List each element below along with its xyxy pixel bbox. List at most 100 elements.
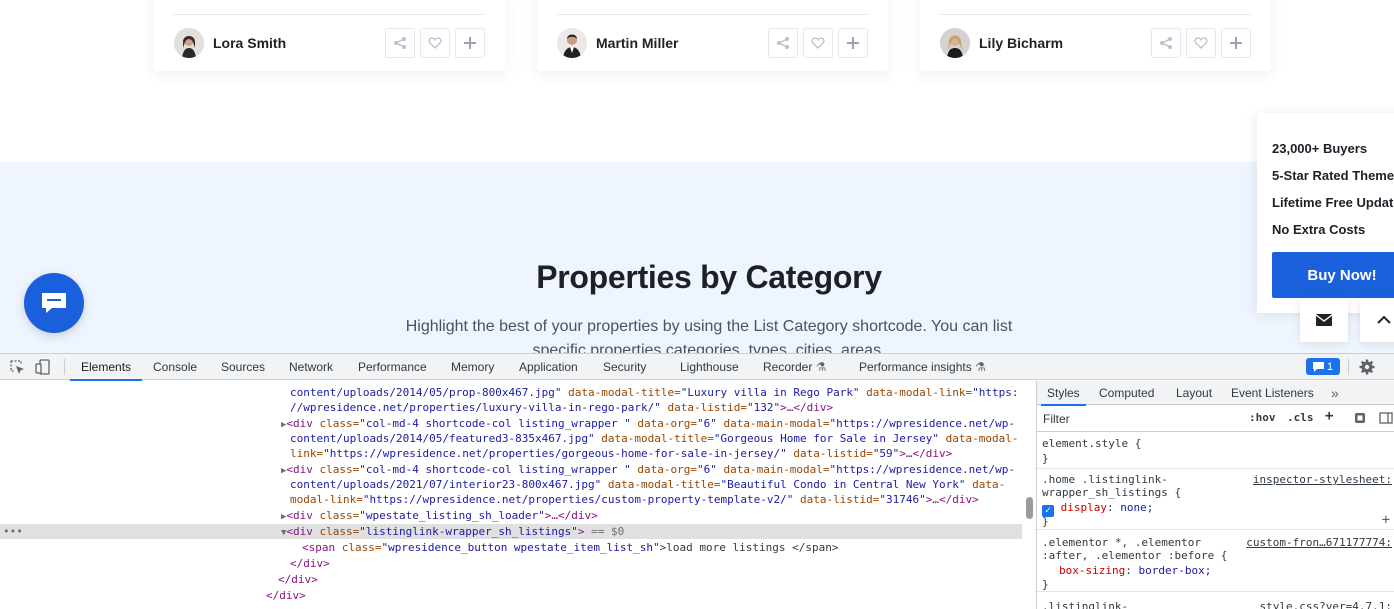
add-button[interactable] [455, 28, 485, 58]
device-toolbar-icon[interactable] [35, 359, 51, 375]
tab-console[interactable]: Console [153, 354, 197, 380]
style-declaration[interactable]: ✓ display: none; [1042, 501, 1153, 517]
card-divider [174, 14, 485, 15]
tab-event-listeners[interactable]: Event Listeners [1231, 381, 1314, 405]
plus-icon [464, 37, 476, 49]
dom-line[interactable]: ▶<div class="wpestate_listing_sh_loader"… [0, 508, 1022, 523]
contact-button[interactable] [1300, 298, 1348, 342]
property-value: border-box; [1138, 564, 1212, 577]
dom-line[interactable]: content/uploads/2021/07/interior23-800x4… [0, 477, 1022, 492]
scrollbar-thumb[interactable] [1026, 497, 1033, 519]
promo-item: No Extra Costs [1272, 222, 1366, 237]
tab-recorder[interactable]: Recorder ⚗ [763, 354, 826, 380]
rule-source-link[interactable]: inspector-stylesheet: [1253, 473, 1392, 486]
add-button[interactable] [1221, 28, 1251, 58]
agent-actions [385, 28, 485, 58]
agent-avatar[interactable] [940, 28, 970, 58]
add-button[interactable] [838, 28, 868, 58]
promo-item: Lifetime Free Updates [1272, 195, 1394, 210]
favorite-button[interactable] [420, 28, 450, 58]
style-rule-listinglink[interactable]: .listinglink- style.css?ver=4.7.1: [1037, 593, 1394, 609]
computed-styles-icon[interactable] [1353, 411, 1367, 425]
share-icon [394, 37, 406, 49]
chat-icon [42, 293, 66, 313]
favorite-button[interactable] [803, 28, 833, 58]
rule-close: } [1042, 515, 1049, 528]
styles-panel: Styles Computed Layout Event Listeners »… [1037, 381, 1394, 609]
tab-memory[interactable]: Memory [451, 354, 494, 380]
property-value: none; [1120, 501, 1154, 514]
tab-application[interactable]: Application [519, 354, 578, 380]
toolbar-separator [1348, 359, 1349, 375]
sidebar-toggle-icon[interactable] [1379, 411, 1393, 425]
dom-line[interactable]: </div> [0, 588, 1022, 603]
rule-selector: :after, .elementor :before { [1042, 549, 1228, 562]
dom-line[interactable]: content/uploads/2014/05/featured3-835x46… [0, 431, 1022, 446]
styles-filter-input[interactable] [1040, 409, 1240, 429]
agent-name[interactable]: Lily Bicharm [979, 35, 1063, 51]
style-rule-element[interactable]: element.style { } [1037, 434, 1394, 469]
dom-line[interactable]: </div> [0, 556, 1022, 571]
tab-elements[interactable]: Elements [69, 354, 143, 381]
agent-card: Lora Smith [154, 0, 505, 71]
share-button[interactable] [385, 28, 415, 58]
inspect-element-icon[interactable] [9, 359, 25, 375]
buy-now-button[interactable]: Buy Now! [1272, 252, 1394, 298]
share-button[interactable] [768, 28, 798, 58]
style-declaration[interactable]: box-sizing: border-box; [1059, 564, 1211, 577]
elements-dom-tree[interactable]: content/uploads/2014/05/prop-800x467.jpg… [0, 381, 1025, 609]
tab-styles[interactable]: Styles [1041, 381, 1086, 406]
dom-line[interactable]: ▶<div class="col-md-4 shortcode-col list… [0, 462, 1022, 477]
devtools-panel: Elements Console Sources Network Perform… [0, 353, 1394, 609]
node-actions-dots[interactable]: ••• [3, 525, 23, 538]
tab-sources[interactable]: Sources [221, 354, 265, 380]
style-rule-elementor[interactable]: .elementor *, .elementor :after, .elemen… [1037, 531, 1394, 592]
tab-performance-insights[interactable]: Performance insights ⚗ [859, 354, 986, 380]
dom-line[interactable]: <span class="wpresidence_button wpestate… [0, 540, 1022, 555]
rule-selector: .home .listinglink- [1042, 473, 1168, 486]
agent-avatar[interactable] [557, 28, 587, 58]
agent-avatar[interactable] [174, 28, 204, 58]
scroll-top-button[interactable] [1360, 298, 1394, 342]
new-rule-icon[interactable]: + [1325, 408, 1333, 424]
share-icon [777, 37, 789, 49]
tab-performance[interactable]: Performance [358, 354, 427, 380]
agent-name[interactable]: Lora Smith [213, 35, 286, 51]
agent-name[interactable]: Martin Miller [596, 35, 678, 51]
issues-count: 1 [1326, 360, 1334, 373]
toolbar-separator [64, 359, 65, 375]
add-declaration-icon[interactable]: + [1382, 513, 1390, 527]
promo-item: 23,000+ Buyers [1272, 141, 1368, 156]
share-button[interactable] [1151, 28, 1181, 58]
dom-line[interactable]: content/uploads/2014/05/prop-800x467.jpg… [0, 385, 1022, 400]
rule-source-link[interactable]: custom-fron…671177774: [1246, 536, 1392, 549]
envelope-icon [1316, 314, 1332, 326]
class-toggle[interactable]: .cls [1287, 411, 1314, 424]
chat-button[interactable] [24, 273, 84, 333]
favorite-button[interactable] [1186, 28, 1216, 58]
tab-layout[interactable]: Layout [1176, 381, 1212, 405]
agent-actions [768, 28, 868, 58]
dom-line[interactable]: ▶<div class="col-md-4 shortcode-col list… [0, 416, 1022, 431]
dom-line[interactable]: </div> [0, 572, 1022, 587]
hover-state-toggle[interactable]: :hov [1249, 411, 1276, 424]
style-rule-home-listinglink[interactable]: .home .listinglink- wrapper_sh_listings … [1037, 470, 1394, 530]
rule-selector: .elementor *, .elementor [1042, 536, 1201, 549]
property-name: box-sizing [1059, 564, 1126, 577]
property-name: display [1060, 501, 1107, 514]
rule-close: } [1042, 452, 1049, 465]
tab-computed[interactable]: Computed [1099, 381, 1154, 405]
dom-line[interactable]: modal-link="https://wpresidence.net/prop… [0, 492, 1022, 507]
dom-line[interactable]: link="https://wpresidence.net/properties… [0, 446, 1022, 461]
tab-lighthouse[interactable]: Lighthouse [680, 354, 739, 380]
message-icon [1312, 361, 1324, 372]
dom-line[interactable]: //wpresidence.net/properties/luxury-vill… [0, 400, 1022, 415]
dom-line-selected[interactable]: ▼<div class="listinglink-wrapper_sh_list… [0, 524, 1022, 539]
more-tabs-icon[interactable]: » [1331, 381, 1339, 405]
tab-network[interactable]: Network [289, 354, 333, 380]
styles-tabbar: Styles Computed Layout Event Listeners » [1037, 381, 1394, 406]
tab-security[interactable]: Security [603, 354, 646, 380]
gear-icon[interactable] [1359, 359, 1375, 375]
agent-card: Lily Bicharm [920, 0, 1271, 71]
issues-badge[interactable]: 1 [1306, 358, 1340, 375]
